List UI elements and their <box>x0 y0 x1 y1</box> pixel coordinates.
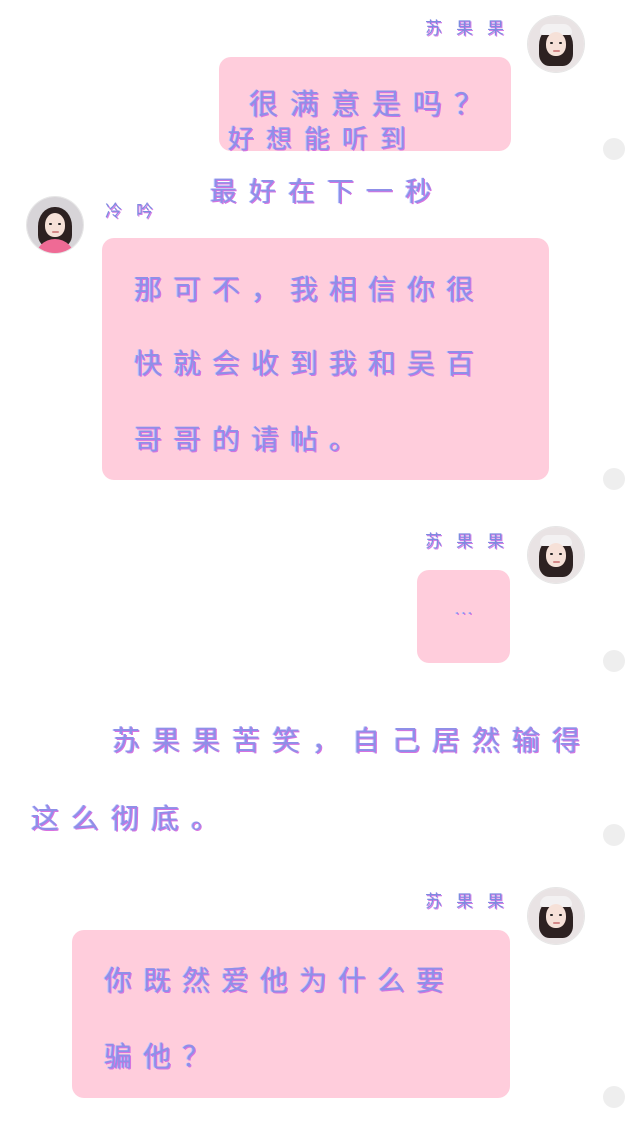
narration-line-2: 最好在下一秒 <box>210 177 444 208</box>
face-icon <box>45 213 65 237</box>
face-icon <box>546 543 566 567</box>
eye-left-icon <box>550 914 553 916</box>
eye-right-icon <box>559 914 562 916</box>
avatar-su-guoguo-bottom[interactable] <box>528 888 584 944</box>
status-dot-4 <box>603 824 625 846</box>
status-dot-5 <box>603 1086 625 1108</box>
mouth-icon <box>553 50 560 52</box>
eye-right-icon <box>559 42 562 44</box>
sender-name-middle: 苏果果 <box>425 532 518 552</box>
message-text-3: ... <box>455 602 475 618</box>
message-bubble-4[interactable]: 你既然爱他为什么要 骗他？ <box>72 930 510 1098</box>
face-icon <box>546 904 566 928</box>
mouth-icon <box>553 561 560 563</box>
message-line-2-1: 那可不，我相信你很 <box>134 273 486 306</box>
eye-left-icon <box>550 42 553 44</box>
message-line-4-1: 你既然爱他为什么要 <box>104 964 456 997</box>
narration-line-1: 好想能听到 <box>228 125 419 155</box>
status-dot-3 <box>603 650 625 672</box>
avatar-su-guoguo-top[interactable] <box>528 16 584 72</box>
message-bubble-3[interactable]: ... <box>417 570 510 663</box>
avatar-leng-yin[interactable] <box>27 197 83 253</box>
message-line-2-3: 哥哥的请帖。 <box>134 423 369 456</box>
status-dot-2 <box>603 468 625 490</box>
eye-right-icon <box>559 553 562 555</box>
eye-left-icon <box>49 223 52 225</box>
message-line-2-2: 快就会收到我和吴百 <box>134 347 486 380</box>
message-bubble-2[interactable]: 那可不，我相信你很 快就会收到我和吴百 哥哥的请帖。 <box>102 238 549 480</box>
mouth-icon <box>553 922 560 924</box>
sender-name-top: 苏果果 <box>425 19 518 39</box>
mouth-icon <box>52 231 59 233</box>
avatar-su-guoguo-middle[interactable] <box>528 527 584 583</box>
narration-line-4: 这么彻底。 <box>31 802 232 835</box>
message-text-1: 很满意是吗？ <box>249 87 496 121</box>
face-icon <box>546 32 566 56</box>
eye-left-icon <box>550 553 553 555</box>
sender-name-bottom: 苏果果 <box>425 892 518 912</box>
eye-right-icon <box>58 223 61 225</box>
sender-name-left: 冷吟 <box>105 202 167 222</box>
message-line-4-2: 骗他？ <box>104 1040 222 1073</box>
narration-line-3: 苏果果苦笑，自己居然输得 <box>112 724 593 757</box>
status-dot-1 <box>603 138 625 160</box>
